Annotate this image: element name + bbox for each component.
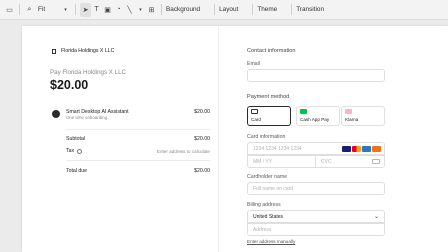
background-button[interactable]: Background	[166, 6, 200, 13]
card-brands	[342, 146, 381, 152]
tax-row: Tax	[66, 148, 83, 154]
cardholder-placeholder: Full name on card	[253, 185, 294, 192]
amount-due: $20.00	[50, 78, 89, 92]
subtotal-value: $20.00	[194, 136, 210, 142]
discover-icon	[372, 146, 381, 152]
payment-method-cash-app[interactable]: Cash App Pay	[296, 106, 340, 126]
billing-label: Billing address	[247, 202, 281, 208]
payment-method-label: Klarna	[345, 117, 359, 122]
tax-label: Tax	[66, 148, 75, 154]
toolbar-separator	[291, 4, 293, 15]
store-icon	[52, 48, 56, 54]
cash-app-icon	[300, 109, 307, 114]
cvc-field[interactable]: CVC	[315, 155, 385, 168]
summary-divider	[66, 129, 210, 130]
country-select[interactable]: United States ⌄	[247, 210, 385, 223]
pay-label: Pay Florida Holdings X LLC	[50, 69, 127, 76]
card-icon	[251, 109, 258, 114]
zoom-icon[interactable]: ⌕	[24, 3, 35, 17]
layout-button[interactable]: Layout	[219, 6, 238, 13]
slide-canvas[interactable]: Florida Holdings X LLC Pay Florida Holdi…	[22, 26, 448, 252]
item-price: $20.00	[194, 109, 210, 115]
toolbar-separator	[161, 4, 162, 15]
total-label: Total due	[66, 168, 88, 174]
pointer-tool-icon[interactable]: ➤	[80, 2, 91, 17]
shape-tool-icon[interactable]: ◔	[113, 3, 124, 17]
card-info-label: Card information	[247, 134, 286, 140]
klarna-icon	[345, 109, 352, 114]
toolbar-separator	[75, 4, 76, 15]
toolbar-separator	[252, 4, 254, 15]
payment-method-label: Cash App Pay	[300, 117, 330, 122]
card-number-field[interactable]: 1234 1234 1234 1234	[247, 142, 385, 155]
payment-method-card[interactable]: Card	[247, 106, 291, 126]
theme-button[interactable]: Theme	[257, 6, 277, 13]
expiry-field[interactable]: MM / YY	[247, 155, 316, 168]
payment-form: Contact information Email Payment method…	[219, 26, 448, 252]
comment-icon[interactable]: ⊞	[146, 3, 157, 17]
chevron-down-icon[interactable]: ▾	[135, 3, 146, 17]
item-subtitle: One time onboarding	[66, 115, 108, 120]
chevron-down-icon[interactable]: ▾	[60, 3, 71, 17]
address-placeholder: Address	[253, 226, 272, 233]
payment-method-label: Card	[251, 117, 261, 122]
toolbar-separator	[214, 4, 216, 15]
visa-icon	[342, 146, 351, 152]
merchant-name: Florida Holdings X LLC	[61, 48, 115, 54]
product-thumbnail	[52, 110, 60, 118]
merchant-header: Florida Holdings X LLC	[52, 48, 114, 54]
card-number-placeholder: 1234 1234 1234 1234	[253, 145, 302, 152]
cardholder-field[interactable]: Full name on card	[247, 182, 385, 195]
layers-icon[interactable]: ▭	[4, 3, 15, 17]
text-tool-icon[interactable]: T	[91, 3, 102, 17]
subtotal-label: Subtotal	[66, 136, 86, 142]
tax-value: Enter address to calculate	[156, 149, 210, 154]
toolbar-separator	[19, 4, 20, 15]
summary-divider	[66, 160, 210, 161]
line-tool-icon[interactable]: ╲	[124, 3, 135, 17]
cvc-placeholder: CVC	[321, 158, 332, 165]
order-summary: Florida Holdings X LLC Pay Florida Holdi…	[22, 26, 218, 252]
payment-heading: Payment method	[247, 94, 290, 100]
country-value: United States	[253, 213, 284, 220]
enter-address-manually-link[interactable]: Enter address manually	[247, 239, 295, 244]
cvc-card-icon	[372, 159, 380, 164]
zoom-select[interactable]: Fit	[38, 6, 60, 13]
total-value: $20.00	[194, 168, 210, 174]
payment-method-klarna[interactable]: Klarna	[341, 106, 385, 126]
chevron-down-icon: ⌄	[373, 214, 379, 220]
cardholder-label: Cardholder name	[247, 174, 288, 180]
expiry-placeholder: MM / YY	[253, 158, 273, 165]
transition-button[interactable]: Transition	[296, 6, 324, 13]
image-tool-icon[interactable]: ▣	[102, 3, 113, 17]
amex-icon	[362, 146, 371, 152]
editor-toolbar: ▭ ⌕ Fit ▾ ➤ T ▣ ◔ ╲ ▾ ⊞ Background Layou…	[0, 0, 448, 20]
mastercard-icon	[352, 146, 361, 152]
email-label: Email	[247, 61, 260, 67]
email-field[interactable]	[247, 69, 385, 82]
address-field[interactable]: Address	[247, 223, 385, 236]
info-icon[interactable]	[77, 148, 83, 154]
contact-heading: Contact information	[247, 48, 296, 54]
